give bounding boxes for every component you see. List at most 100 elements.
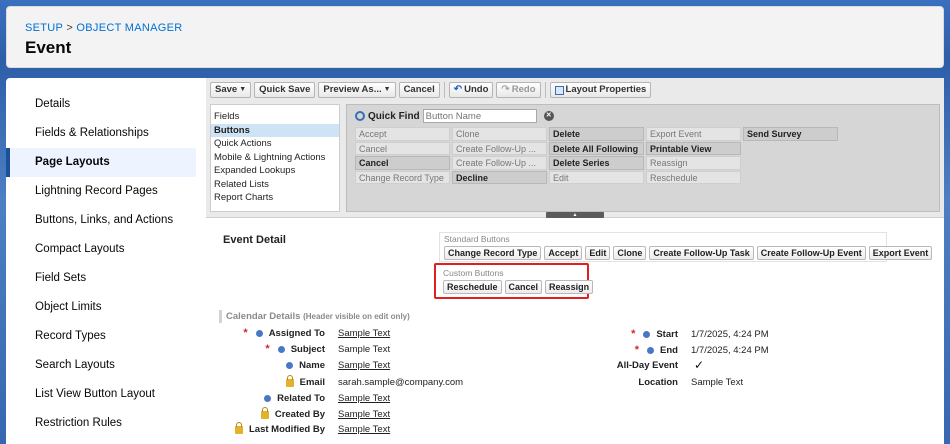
- standard-button[interactable]: Create Follow-Up Task: [649, 246, 754, 260]
- field-row[interactable]: Last Modified By Sample Text: [206, 422, 390, 436]
- palette-button-grid: Accept Clone Delete Export Event Send Survey…: [355, 127, 838, 184]
- field-row[interactable]: * Assigned To Sample Text: [206, 326, 390, 340]
- layout-toolbar: Save ▼ Quick Save Preview As... ▼ Cancel ↶…: [210, 82, 652, 98]
- breadcrumb-setup-link[interactable]: SETUP: [25, 22, 63, 34]
- palette-empty-cell: [743, 156, 838, 170]
- page-layout-editor: Save ▼ Quick Save Preview As... ▼ Cancel ↶…: [206, 78, 944, 444]
- field-row[interactable]: All-Day Event ✓: [586, 358, 704, 372]
- palette-button-item[interactable]: Cancel: [355, 156, 450, 170]
- calendar-details-header[interactable]: Calendar Details (Header visible on edit…: [219, 310, 941, 323]
- field-label: Location: [638, 376, 678, 388]
- required-icon: *: [634, 344, 640, 356]
- palette-category-related-lists[interactable]: Related Lists: [211, 178, 339, 192]
- field-dot-icon: [643, 330, 651, 338]
- palette-category-mobile-lightning-actions[interactable]: Mobile & Lightning Actions: [211, 151, 339, 165]
- palette-button-item[interactable]: Delete All Following: [549, 141, 644, 155]
- quick-save-button[interactable]: Quick Save: [254, 82, 316, 98]
- palette-button-item[interactable]: Create Follow-Up ...: [452, 141, 547, 155]
- field-value: Sample Text: [338, 408, 391, 420]
- sidebar-item-restriction-rules[interactable]: Restriction Rules: [6, 409, 196, 438]
- field-label-wrap: Location: [586, 377, 678, 388]
- sidebar-item-record-types[interactable]: Record Types: [6, 322, 196, 351]
- sidebar-item-lightning-record-pages[interactable]: Lightning Record Pages: [6, 177, 196, 206]
- palette-category-report-charts[interactable]: Report Charts: [211, 191, 339, 205]
- palette-button-item[interactable]: Create Follow-Up ...: [452, 156, 547, 170]
- field-row[interactable]: Related To Sample Text: [206, 391, 390, 405]
- sidebar-item-search-layouts[interactable]: Search Layouts: [6, 351, 196, 380]
- palette-button-item[interactable]: Clone: [452, 127, 547, 141]
- palette-button-item[interactable]: Decline: [452, 170, 547, 184]
- preview-as-button[interactable]: Preview As... ▼: [318, 82, 396, 98]
- standard-button[interactable]: Create Follow-Up Event: [756, 246, 866, 260]
- field-label-wrap: * Subject: [206, 343, 325, 355]
- field-label: All-Day Event: [616, 359, 678, 371]
- palette-category-quick-actions[interactable]: Quick Actions: [211, 137, 339, 151]
- field-dot-icon: [277, 345, 285, 353]
- sidebar-item-list-view-button-layout[interactable]: List View Button Layout: [6, 380, 196, 409]
- sidebar-item-page-layouts[interactable]: Page Layouts: [6, 148, 196, 177]
- page-title: Event: [25, 38, 72, 57]
- calendar-details-hint: (Header visible on edit only): [303, 312, 410, 321]
- custom-buttons-row: Reschedule Cancel Reassign: [443, 280, 594, 294]
- standard-button[interactable]: Accept: [544, 246, 583, 260]
- sidebar-item-fields-relationships[interactable]: Fields & Relationships: [6, 119, 196, 148]
- field-value: Sample Text: [691, 376, 744, 388]
- sidebar-item-field-sets[interactable]: Field Sets: [6, 264, 196, 293]
- save-button[interactable]: Save ▼: [210, 82, 252, 98]
- palette-resize-handle[interactable]: ▲: [546, 212, 604, 218]
- standard-button[interactable]: Edit: [585, 246, 611, 260]
- field-row[interactable]: Created By Sample Text: [206, 407, 390, 421]
- quick-find-input[interactable]: [422, 109, 537, 123]
- palette-category-buttons[interactable]: Buttons: [211, 123, 339, 137]
- standard-buttons-row: Change Record Type Accept Edit Clone Create …: [444, 246, 933, 260]
- palette-button-item[interactable]: Edit: [549, 170, 644, 184]
- custom-button[interactable]: Reassign: [545, 280, 594, 294]
- sidebar-item-buttons-links-and-actions[interactable]: Buttons, Links, and Actions: [6, 206, 196, 235]
- field-row[interactable]: Name Sample Text: [206, 358, 390, 372]
- field-row[interactable]: * End 1/7/2025, 4:24 PM: [586, 343, 769, 357]
- section-title: Event Detail: [223, 234, 286, 246]
- redo-button[interactable]: ↷ Redo: [496, 82, 541, 98]
- field-row[interactable]: Email sarah.sample@company.com: [206, 375, 463, 389]
- custom-button[interactable]: Cancel: [504, 280, 543, 294]
- standard-button[interactable]: Change Record Type: [444, 246, 542, 260]
- standard-button[interactable]: Clone: [613, 246, 647, 260]
- breadcrumb: SETUP > OBJECT MANAGER: [25, 22, 183, 34]
- layout-properties-button[interactable]: Layout Properties: [549, 82, 652, 98]
- field-dot-icon: [255, 329, 263, 337]
- palette-button-item[interactable]: Printable View: [646, 141, 741, 155]
- palette-button-item[interactable]: Accept: [355, 127, 450, 141]
- field-value: 1/7/2025, 4:24 PM: [691, 344, 769, 356]
- palette-empty-cell: [743, 171, 838, 185]
- palette-button-item[interactable]: Change Record Type: [355, 170, 450, 184]
- field-value: Sample Text: [338, 327, 391, 339]
- palette-button-item[interactable]: Export Event: [646, 127, 741, 141]
- required-icon: *: [243, 327, 248, 339]
- palette-button-item[interactable]: Delete Series: [549, 156, 644, 170]
- cancel-button[interactable]: Cancel: [398, 82, 440, 98]
- field-label-wrap: * Start: [586, 328, 678, 340]
- sidebar-item-compact-layouts[interactable]: Compact Layouts: [6, 235, 196, 264]
- sidebar-item-details[interactable]: Details: [6, 90, 196, 119]
- clear-icon[interactable]: ✕: [543, 111, 554, 121]
- undo-button[interactable]: ↶ Undo: [448, 82, 494, 98]
- palette-button-item[interactable]: Delete: [549, 127, 644, 141]
- palette-button-item[interactable]: Reschedule: [646, 170, 741, 184]
- lock-icon: [260, 407, 269, 419]
- field-row[interactable]: * Subject Sample Text: [206, 342, 390, 356]
- sidebar-item-object-limits[interactable]: Object Limits: [6, 293, 196, 322]
- field-label: End: [660, 344, 678, 356]
- standard-button[interactable]: Export Event: [868, 246, 933, 260]
- field-row[interactable]: Location Sample Text: [586, 375, 743, 389]
- palette-category-fields[interactable]: Fields: [211, 110, 339, 124]
- field-label: Assigned To: [268, 327, 325, 339]
- palette-button-item[interactable]: Cancel: [355, 141, 450, 155]
- breadcrumb-object-manager-link[interactable]: OBJECT MANAGER: [76, 22, 182, 34]
- toolbar-divider: [443, 82, 445, 98]
- palette-button-item[interactable]: Send Survey: [743, 127, 838, 141]
- custom-button[interactable]: Reschedule: [443, 280, 502, 294]
- field-row[interactable]: * Start 1/7/2025, 4:24 PM: [586, 327, 769, 341]
- chevron-down-icon: ▼: [383, 86, 391, 93]
- palette-button-item[interactable]: Reassign: [646, 156, 741, 170]
- palette-category-expanded-lookups[interactable]: Expanded Lookups: [211, 164, 339, 178]
